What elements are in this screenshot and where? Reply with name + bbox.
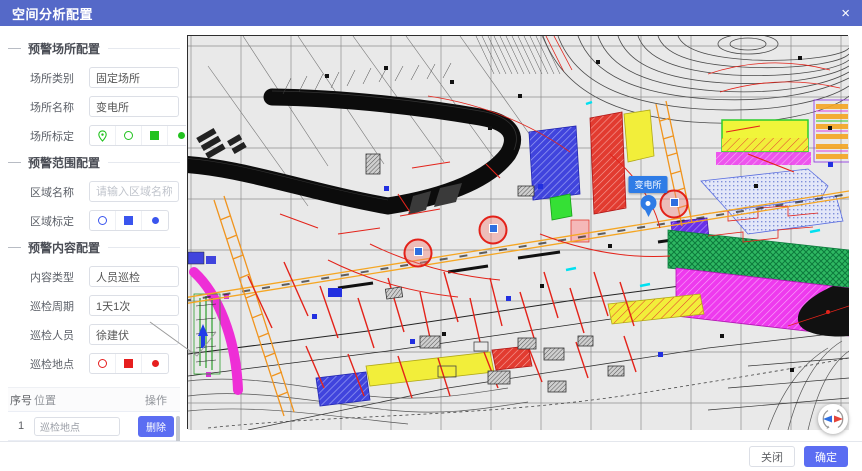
place-type-input[interactable] [89,67,179,88]
content-type-label: 内容类型 [30,269,82,285]
patrol-point-icon-group [89,353,169,374]
section-title: 预警内容配置 [28,239,100,256]
row-index: 1 [8,420,34,432]
patrol-cycle-input[interactable] [89,295,179,316]
place-name-input[interactable] [89,96,179,117]
patrol-point-label: 巡检地点 [30,356,82,372]
section-title: 预警范围配置 [28,154,100,171]
field-patrol-point: 巡检地点 [30,353,186,374]
region-name-label: 区域名称 [30,184,82,200]
dialog-footer: 关闭 确定 [0,441,862,471]
field-region-name: 区域名称 [30,181,186,202]
field-place-type: 场所类别 [30,67,186,88]
dialog-title-bar: 空间分析配置 × [0,0,862,26]
location-pin-icon [640,195,656,211]
field-patrol-person: 巡检人员 [30,324,186,345]
compass-control[interactable] [818,404,848,434]
field-place-name: 场所名称 [30,96,186,117]
circle-marker-icon[interactable] [90,354,116,373]
patrol-cycle-label: 巡检周期 [30,298,82,314]
dot-marker-icon[interactable] [142,354,168,373]
section-line [108,48,180,49]
section-place-config: 预警场所配置 [0,40,186,57]
patrol-point-square [414,247,423,256]
cad-drawing [188,36,849,430]
header-action: 操作 [132,392,180,408]
section-line [108,162,180,163]
field-content-type: 内容类型 [30,266,186,287]
table-row: 1 删除 [8,412,180,441]
section-title: 预警场所配置 [28,40,100,57]
close-icon[interactable]: × [841,6,850,21]
section-range-config: 预警范围配置 [0,154,186,171]
place-mark-icon-group [89,125,186,146]
section-dash [8,247,21,248]
field-patrol-cycle: 巡检周期 [30,295,186,316]
circle-marker-icon[interactable] [116,126,142,145]
table-scrollbar[interactable] [176,416,180,441]
field-region-mark: 区域标定 [30,210,186,231]
square-marker-icon[interactable] [116,354,142,373]
region-mark-icon-group [89,210,169,231]
section-content-config: 预警内容配置 [0,239,186,256]
content-type-input[interactable] [89,266,179,287]
header-location: 位置 [34,392,132,408]
config-sidebar: 预警场所配置 场所类别 场所名称 场所标定 预警范围配置 区域名称 区域标定 [0,26,186,441]
confirm-button[interactable]: 确定 [804,446,848,467]
dot-marker-icon[interactable] [168,126,186,145]
place-mark-label: 场所标定 [30,128,82,144]
square-marker-icon[interactable] [116,211,142,230]
patrol-point-square [489,224,498,233]
header-index: 序号 [8,392,34,408]
pin-marker-icon[interactable] [90,126,116,145]
patrol-person-input[interactable] [89,324,179,345]
close-button[interactable]: 关闭 [749,446,795,467]
section-dash [8,48,21,49]
delete-button[interactable]: 删除 [138,416,174,437]
table-header-row: 序号 位置 操作 [8,388,180,412]
region-mark-label: 区域标定 [30,213,82,229]
section-line [108,247,180,248]
dot-marker-icon[interactable] [142,211,168,230]
place-type-label: 场所类别 [30,70,82,86]
patrol-table-body: 1删除2删除3删除 [8,412,180,441]
dialog-title: 空间分析配置 [12,4,93,23]
patrol-point-marker[interactable] [479,216,508,245]
field-place-mark: 场所标定 [30,125,186,146]
patrol-point-square [670,198,679,207]
patrol-point-table: 序号 位置 操作 1删除2删除3删除 [8,387,180,441]
region-name-input[interactable] [89,181,179,202]
substation-label: 变电所 [628,176,667,193]
square-marker-icon[interactable] [142,126,168,145]
substation-marker[interactable]: 变电所 [628,176,667,211]
place-name-label: 场所名称 [30,99,82,115]
compass-icon [821,407,845,431]
patrol-person-label: 巡检人员 [30,327,82,343]
circle-marker-icon[interactable] [90,211,116,230]
section-dash [8,162,21,163]
patrol-point-marker[interactable] [404,239,433,268]
site-map[interactable]: 变电所 [187,35,848,429]
location-input[interactable] [34,417,120,436]
